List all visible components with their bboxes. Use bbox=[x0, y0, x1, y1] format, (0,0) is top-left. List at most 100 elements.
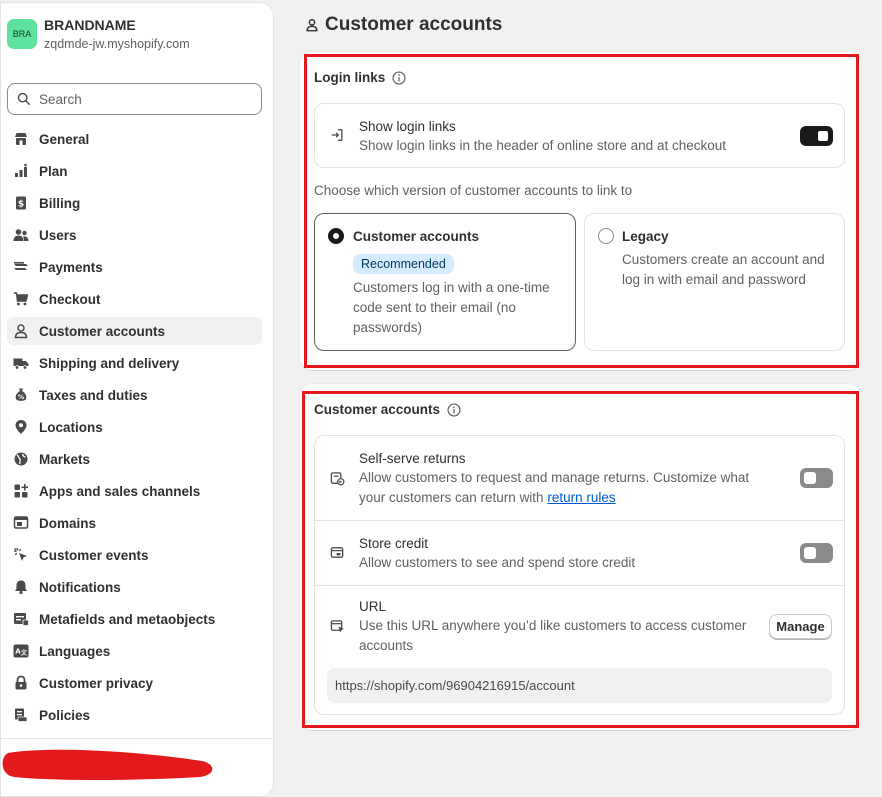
sidebar-item-policies[interactable]: Policies bbox=[7, 701, 262, 729]
users-icon bbox=[13, 227, 29, 243]
sidebar-item-checkout[interactable]: Checkout bbox=[7, 285, 262, 313]
sidebar-item-label: Taxes and duties bbox=[39, 387, 148, 403]
self-serve-returns-toggle[interactable] bbox=[800, 468, 833, 488]
sidebar-item-label: Locations bbox=[39, 419, 103, 435]
sidebar-item-shipping[interactable]: Shipping and delivery bbox=[7, 349, 262, 377]
lock-icon bbox=[13, 675, 29, 691]
search-input[interactable] bbox=[39, 91, 239, 107]
sidebar-item-payments[interactable]: Payments bbox=[7, 253, 262, 281]
sidebar-item-general[interactable]: General bbox=[7, 125, 262, 153]
account-url-field[interactable]: https://shopify.com/96904216915/account bbox=[327, 668, 832, 703]
recommended-badge: Recommended bbox=[353, 254, 454, 274]
info-icon[interactable] bbox=[447, 402, 461, 417]
sidebar-item-label: Shipping and delivery bbox=[39, 355, 180, 371]
option-legacy-desc: Customers create an account and log in w… bbox=[622, 252, 825, 287]
domains-icon bbox=[13, 515, 29, 531]
sidebar-item-label: Billing bbox=[39, 195, 81, 211]
sidebar-item-label: Policies bbox=[39, 707, 91, 723]
sidebar-item-billing[interactable]: $ Billing bbox=[7, 189, 262, 217]
tax-icon: % bbox=[13, 387, 29, 403]
svg-text:$: $ bbox=[18, 200, 24, 210]
page-title-text: Customer accounts bbox=[325, 14, 503, 35]
sidebar-item-label: Customer accounts bbox=[39, 323, 166, 339]
search-box[interactable] bbox=[7, 83, 262, 115]
option-legacy-title: Legacy bbox=[622, 229, 669, 244]
store-icon bbox=[13, 131, 29, 147]
sidebar-item-label: Metafields and metaobjects bbox=[39, 611, 216, 627]
redaction-mark bbox=[2, 749, 213, 780]
show-login-links-toggle[interactable] bbox=[800, 126, 833, 146]
sidebar-item-customer-events[interactable]: Customer events bbox=[7, 541, 262, 569]
row-divider bbox=[315, 585, 844, 586]
store-credit-desc: Allow customers to see and spend store c… bbox=[359, 555, 636, 570]
store-credit-icon bbox=[330, 547, 344, 558]
option-legacy-radio[interactable] bbox=[598, 228, 614, 244]
sidebar-item-languages[interactable]: A文 Languages bbox=[7, 637, 262, 665]
bell-icon bbox=[13, 579, 29, 595]
url-desc: Use this URL anywhere you’d like custome… bbox=[359, 618, 747, 653]
sidebar-item-label: General bbox=[39, 131, 90, 147]
billing-icon: $ bbox=[13, 195, 29, 211]
sidebar-item-locations[interactable]: Locations bbox=[7, 413, 262, 441]
returns-icon bbox=[330, 472, 345, 486]
store-name: BRANDNAME bbox=[44, 17, 136, 33]
sidebar-item-markets[interactable]: Markets bbox=[7, 445, 262, 473]
self-serve-returns-title: Self-serve returns bbox=[359, 451, 466, 466]
sidebar-item-label: Domains bbox=[39, 515, 97, 531]
sidebar-item-label: Languages bbox=[39, 643, 111, 659]
sidebar-item-label: Payments bbox=[39, 259, 103, 275]
return-rules-link[interactable]: return rules bbox=[547, 490, 615, 505]
row-divider bbox=[315, 520, 844, 521]
globe-icon bbox=[13, 451, 29, 467]
language-icon: A文 bbox=[13, 643, 29, 659]
info-icon[interactable] bbox=[392, 70, 406, 85]
store-switcher[interactable]: BRA BRANDNAME zqdmde-jw.myshopify.com bbox=[7, 17, 190, 51]
apps-icon bbox=[13, 483, 29, 499]
store-avatar: BRA bbox=[7, 19, 37, 49]
show-login-links-title: Show login links bbox=[359, 119, 456, 134]
cart-icon bbox=[13, 291, 29, 307]
sidebar-item-customer-privacy[interactable]: Customer privacy bbox=[7, 669, 262, 697]
location-pin-icon bbox=[13, 419, 29, 435]
sidebar-item-label: Users bbox=[39, 227, 77, 243]
sidebar-item-customer-accounts[interactable]: Customer accounts bbox=[7, 317, 262, 345]
metafields-icon bbox=[13, 611, 29, 627]
option-customer-accounts-desc: Customers log in with a one-time code se… bbox=[353, 280, 550, 335]
url-title: URL bbox=[359, 599, 387, 614]
page-title: Customer accounts bbox=[305, 14, 502, 36]
sidebar-item-metafields[interactable]: Metafields and metaobjects bbox=[7, 605, 262, 633]
svg-text:%: % bbox=[18, 393, 25, 401]
sidebar-item-notifications[interactable]: Notifications bbox=[7, 573, 262, 601]
customer-accounts-title: Customer accounts bbox=[314, 402, 461, 417]
settings-sidebar: BRA BRANDNAME zqdmde-jw.myshopify.com Ge… bbox=[0, 2, 274, 797]
store-credit-toggle[interactable] bbox=[800, 543, 833, 563]
person-icon bbox=[13, 323, 29, 339]
sidebar-item-plan[interactable]: Plan bbox=[7, 157, 262, 185]
option-customer-accounts-radio[interactable] bbox=[328, 228, 344, 244]
show-login-links-desc: Show login links in the header of online… bbox=[359, 138, 726, 153]
sidebar-item-taxes[interactable]: % Taxes and duties bbox=[7, 381, 262, 409]
sidebar-item-apps[interactable]: Apps and sales channels bbox=[7, 477, 262, 505]
sidebar-item-label: Plan bbox=[39, 163, 68, 179]
sidebar-item-label: Customer events bbox=[39, 547, 149, 563]
manage-url-button[interactable]: Manage bbox=[769, 614, 832, 639]
cursor-click-icon bbox=[13, 547, 29, 563]
sidebar-item-users[interactable]: Users bbox=[7, 221, 262, 249]
card-title-text: Customer accounts bbox=[314, 402, 441, 417]
account-url-value: https://shopify.com/96904216915/account bbox=[335, 678, 575, 693]
store-domain: zqdmde-jw.myshopify.com bbox=[44, 37, 190, 51]
policies-icon bbox=[13, 707, 29, 723]
sidebar-item-label: Customer privacy bbox=[39, 675, 154, 691]
sidebar-item-domains[interactable]: Domains bbox=[7, 509, 262, 537]
store-credit-title: Store credit bbox=[359, 536, 429, 551]
person-icon bbox=[306, 19, 318, 32]
card-title-text: Login links bbox=[314, 70, 386, 85]
option-customer-accounts-title: Customer accounts bbox=[353, 229, 480, 244]
payments-icon bbox=[13, 259, 29, 275]
sidebar-item-label: Apps and sales channels bbox=[39, 483, 201, 499]
search-icon bbox=[17, 92, 30, 105]
svg-text:文: 文 bbox=[20, 649, 28, 657]
login-links-title: Login links bbox=[314, 70, 406, 85]
sidebar-item-label: Checkout bbox=[39, 291, 101, 307]
self-serve-returns-desc: Allow customers to request and manage re… bbox=[359, 468, 779, 508]
